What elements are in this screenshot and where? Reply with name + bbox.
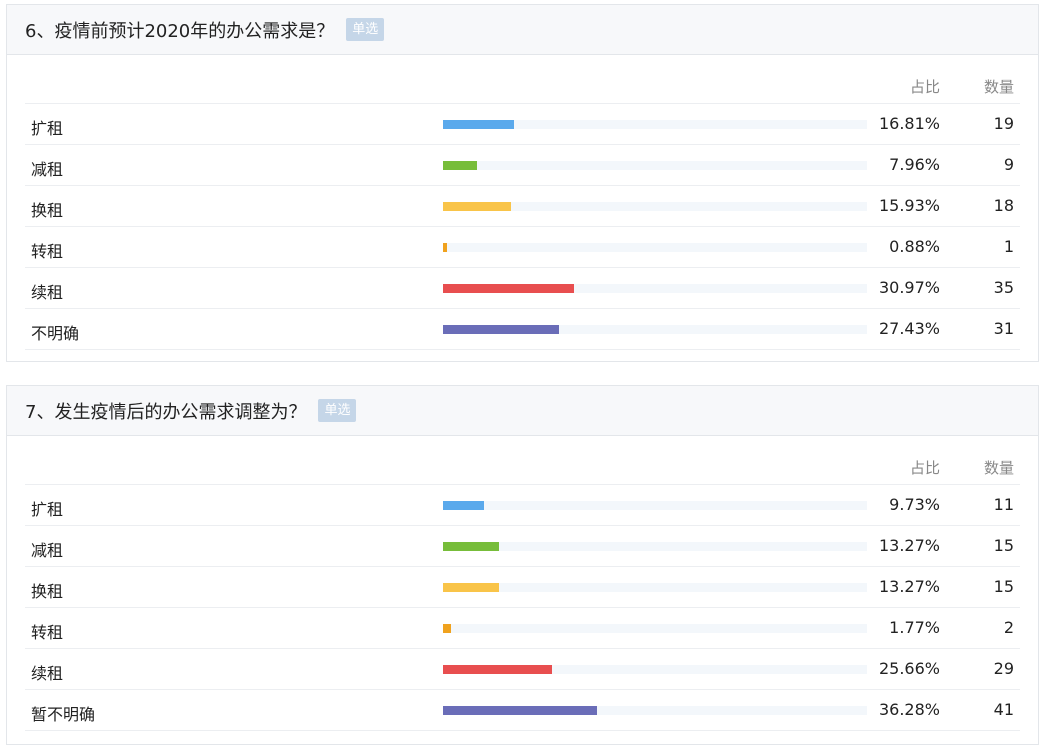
table-header: 占比 数量 [25,436,1020,485]
table-row: 扩租 9.73% 11 [25,485,1020,526]
question-title: 6、疫情前预计2020年的办公需求是？ [25,20,335,42]
question-title: 7、发生疫情后的办公需求调整为？ [25,401,307,423]
count-value: 15 [993,577,1014,596]
progress-track [443,583,867,592]
count-value: 35 [993,278,1014,297]
percent-value: 13.27% [878,577,940,596]
option-label: 扩租 [31,119,64,138]
option-label: 换租 [31,582,64,601]
count-value: 15 [993,536,1014,555]
percent-value: 27.43% [878,319,940,338]
count-value: 2 [1003,618,1014,637]
count-value: 31 [993,319,1014,338]
progress-track [443,542,867,551]
percent-value: 15.93% [878,196,940,215]
table-row: 续租 30.97% 35 [25,268,1020,309]
progress-fill [443,202,511,211]
count-value: 1 [1003,237,1014,256]
percent-value: 9.73% [889,495,940,514]
progress-track [443,284,867,293]
table-row: 扩租 16.81% 19 [25,104,1020,145]
percent-column-header: 占比 [909,459,940,477]
progress-track [443,501,867,510]
table-row: 换租 13.27% 15 [25,567,1020,608]
count-value: 29 [993,659,1014,678]
progress-fill [443,706,597,715]
results-table: 占比 数量 扩租 16.81% 19 减租 7.96% 9 换租 15.93% … [25,55,1020,350]
count-value: 41 [993,700,1014,719]
option-label: 续租 [31,283,64,302]
progress-track [443,325,867,334]
progress-track [443,161,867,170]
option-label: 减租 [31,160,64,179]
progress-fill [443,243,447,252]
question-header: 7、发生疫情后的办公需求调整为？ 单选 [7,386,1038,436]
count-column-header: 数量 [983,78,1014,96]
percent-value: 7.96% [889,155,940,174]
progress-fill [443,120,515,129]
question-7-panel: 7、发生疫情后的办公需求调整为？ 单选 占比 数量 扩租 9.73% 11 减租… [6,385,1039,745]
count-value: 9 [1003,155,1014,174]
percent-value: 36.28% [878,700,940,719]
percent-value: 16.81% [878,114,940,133]
progress-fill [443,624,451,633]
question-header: 6、疫情前预计2020年的办公需求是？ 单选 [7,5,1038,55]
count-value: 11 [993,495,1014,514]
percent-column-header: 占比 [909,78,940,96]
table-row: 不明确 27.43% 31 [25,309,1020,350]
progress-fill [443,161,477,170]
single-choice-badge: 单选 [318,399,357,422]
progress-fill [443,665,552,674]
progress-track [443,706,867,715]
option-label: 转租 [31,623,64,642]
percent-value: 0.88% [889,237,940,256]
question-6-panel: 6、疫情前预计2020年的办公需求是？ 单选 占比 数量 扩租 16.81% 1… [6,4,1039,362]
table-header: 占比 数量 [25,55,1020,104]
progress-track [443,665,867,674]
table-row: 续租 25.66% 29 [25,649,1020,690]
single-choice-badge: 单选 [346,18,385,41]
option-label: 转租 [31,242,64,261]
percent-value: 25.66% [878,659,940,678]
option-label: 扩租 [31,500,64,519]
count-value: 18 [993,196,1014,215]
percent-value: 30.97% [878,278,940,297]
option-label: 续租 [31,664,64,683]
progress-fill [443,501,485,510]
progress-fill [443,542,500,551]
table-row: 暂不明确 36.28% 41 [25,690,1020,731]
progress-track [443,624,867,633]
progress-fill [443,325,560,334]
table-row: 转租 1.77% 2 [25,608,1020,649]
progress-fill [443,284,575,293]
option-label: 减租 [31,541,64,560]
progress-fill [443,583,500,592]
table-row: 换租 15.93% 18 [25,186,1020,227]
option-label: 换租 [31,201,64,220]
table-row: 减租 13.27% 15 [25,526,1020,567]
count-column-header: 数量 [983,459,1014,477]
option-label: 暂不明确 [31,705,96,724]
option-label: 不明确 [31,324,80,343]
table-row: 减租 7.96% 9 [25,145,1020,186]
count-value: 19 [993,114,1014,133]
progress-track [443,243,867,252]
progress-track [443,120,867,129]
table-row: 转租 0.88% 1 [25,227,1020,268]
progress-track [443,202,867,211]
percent-value: 1.77% [889,618,940,637]
percent-value: 13.27% [878,536,940,555]
results-table: 占比 数量 扩租 9.73% 11 减租 13.27% 15 换租 13.27%… [25,436,1020,731]
